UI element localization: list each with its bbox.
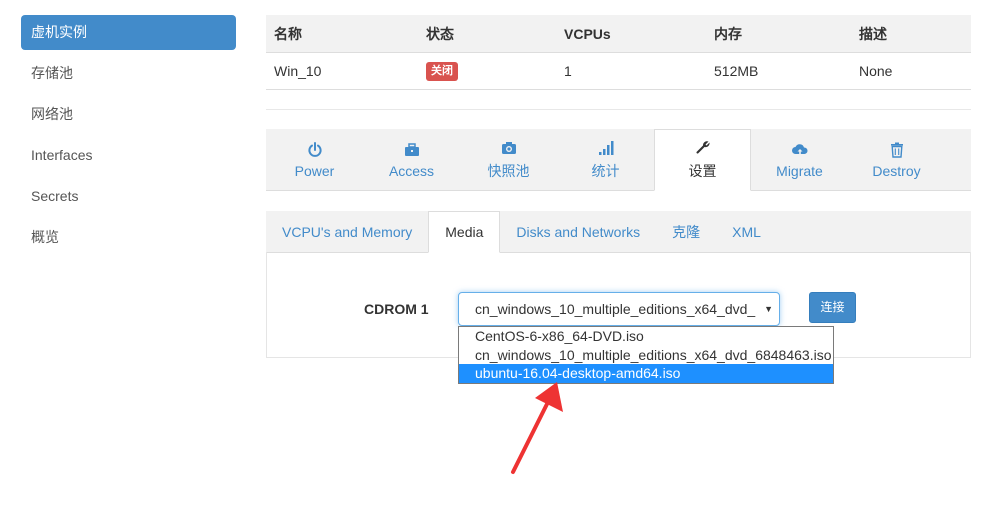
sidebar-nav: 虚机实例 存储池 网络池 Interfaces Secrets 概览	[21, 15, 236, 261]
tab-migrate-label: Migrate	[776, 163, 823, 179]
tab-stats[interactable]: 统计	[557, 129, 654, 191]
sidebar-item-secrets[interactable]: Secrets	[21, 179, 236, 214]
tab-snapshots-label: 快照池	[487, 163, 530, 179]
cloud-upload-icon	[791, 141, 809, 159]
col-header-name: 名称	[274, 25, 302, 42]
tab-access[interactable]: Access	[363, 129, 460, 191]
iso-dropdown-list: CentOS-6-x86_64-DVD.iso cn_windows_10_mu…	[458, 326, 834, 384]
sidebar-item-interfaces[interactable]: Interfaces	[21, 138, 236, 173]
power-icon	[307, 141, 323, 159]
cdrom-label: CDROM 1	[364, 301, 429, 317]
sidebar-item-overview[interactable]: 概览	[21, 220, 236, 255]
cdrom-select-value: cn_windows_10_multiple_editions_x64_dvd_	[475, 301, 756, 317]
col-header-memory: 内存	[714, 25, 742, 42]
cell-vm-name: Win_10	[274, 63, 322, 79]
table-row: Win_10 关闭 1 512MB None	[266, 52, 971, 90]
annotation-arrow	[511, 382, 563, 474]
vm-info-table: 名称 状态 VCPUs 内存 描述 Win_10 关闭 1 512MB None	[266, 15, 971, 110]
trash-icon	[890, 141, 904, 159]
status-badge: 关闭	[426, 62, 458, 81]
col-header-description: 描述	[859, 25, 887, 42]
tab-vcpu-memory[interactable]: VCPU's and Memory	[266, 211, 428, 253]
col-header-status: 状态	[426, 25, 454, 42]
tab-destroy-label: Destroy	[872, 163, 921, 179]
dropdown-option[interactable]: cn_windows_10_multiple_editions_x64_dvd_…	[459, 346, 833, 365]
signal-bars-icon	[598, 139, 614, 157]
tab-snapshots[interactable]: 快照池	[460, 129, 557, 191]
tab-clone[interactable]: 克隆	[656, 211, 716, 253]
camera-icon	[501, 139, 517, 157]
sidebar-item-network-pools[interactable]: 网络池	[21, 97, 236, 132]
tab-destroy[interactable]: Destroy	[848, 129, 945, 191]
tab-power-label: Power	[294, 163, 335, 179]
sidebar-item-instances[interactable]: 虚机实例	[21, 15, 236, 50]
caret-down-icon: ▼	[764, 304, 773, 314]
table-divider	[266, 90, 971, 110]
tab-xml[interactable]: XML	[716, 211, 777, 253]
settings-sub-tabs: VCPU's and Memory Media Disks and Networ…	[266, 211, 971, 253]
action-tabs: Power Access 快照池 统计 设置 Migrate Destroy	[266, 129, 971, 191]
tab-media[interactable]: Media	[428, 211, 501, 253]
tab-settings-label: 设置	[688, 163, 717, 179]
tab-settings[interactable]: 设置	[654, 129, 751, 191]
tab-power[interactable]: Power	[266, 129, 363, 191]
tab-disks-networks[interactable]: Disks and Networks	[500, 211, 656, 253]
table-header: 名称 状态 VCPUs 内存 描述	[266, 15, 971, 52]
wrench-icon	[695, 139, 711, 157]
cell-memory: 512MB	[714, 63, 759, 79]
cdrom-iso-select[interactable]: cn_windows_10_multiple_editions_x64_dvd_…	[458, 292, 780, 326]
briefcase-icon	[404, 141, 420, 159]
tab-access-label: Access	[388, 163, 435, 179]
tab-stats-label: 统计	[591, 163, 620, 179]
sidebar-item-storage-pools[interactable]: 存储池	[21, 56, 236, 91]
cell-description: None	[859, 63, 893, 79]
dropdown-option[interactable]: CentOS-6-x86_64-DVD.iso	[459, 327, 833, 346]
connect-button[interactable]: 连接	[809, 292, 856, 323]
col-header-vcpus: VCPUs	[564, 25, 611, 42]
cell-vcpus: 1	[564, 63, 572, 79]
tab-migrate[interactable]: Migrate	[751, 129, 848, 191]
